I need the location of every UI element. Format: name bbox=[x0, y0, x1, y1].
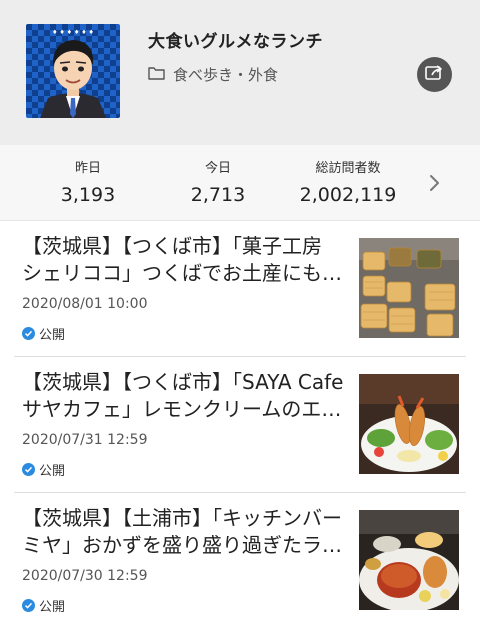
post-thumbnail[interactable] bbox=[359, 374, 459, 474]
post-item[interactable]: 【茨城県】【土浦市】「キッチンバー ミヤ」おかずを盛り盛り過ぎたランチ 2020… bbox=[0, 493, 480, 621]
check-icon bbox=[22, 463, 35, 476]
stat-label: 総訪問者数 bbox=[315, 161, 381, 176]
status-text: 公開 bbox=[39, 464, 66, 479]
blog-title[interactable]: 大食いグルメなランチ bbox=[148, 27, 323, 52]
post-status: 公開 bbox=[22, 324, 65, 343]
post-item[interactable]: 【茨城県】【つくば市】「SAYA Cafe サヤカフェ」レモンクリームのエビフラ… bbox=[0, 357, 480, 493]
stat-total: 総訪問者数 2,002,119 bbox=[288, 157, 408, 206]
post-thumbnail[interactable] bbox=[359, 238, 459, 338]
post-item[interactable]: 【茨城県】【つくば市】「菓子工房 シェリココ」つくばでお土産にも喜ばれるワッフル… bbox=[0, 221, 480, 357]
folder-icon bbox=[148, 66, 165, 84]
post-status: 公開 bbox=[22, 460, 65, 479]
post-date: 2020/07/30 12:59 bbox=[22, 568, 148, 584]
chevron-right-icon[interactable] bbox=[428, 173, 442, 197]
avatar[interactable]: ♦ ♦ ♦ ♦ ♦ ♦ bbox=[26, 24, 120, 118]
stat-label: 昨日 bbox=[74, 161, 101, 176]
post-status: 公開 bbox=[22, 596, 65, 615]
status-text: 公開 bbox=[39, 328, 66, 343]
post-date: 2020/07/31 12:59 bbox=[22, 432, 148, 448]
check-icon bbox=[22, 327, 35, 340]
stat-yesterday: 昨日 3,193 bbox=[28, 157, 148, 206]
post-date: 2020/08/01 10:00 bbox=[22, 296, 148, 312]
stat-value: 2,002,119 bbox=[299, 184, 397, 206]
stat-label: 今日 bbox=[204, 161, 231, 176]
category-label[interactable]: 食べ歩き・外食 bbox=[148, 64, 278, 85]
share-button[interactable] bbox=[417, 57, 452, 92]
post-title[interactable]: 【茨城県】【土浦市】「キッチンバー ミヤ」おかずを盛り盛り過ぎたランチ bbox=[22, 505, 348, 559]
share-icon bbox=[425, 64, 444, 85]
svg-text:♦ ♦ ♦ ♦ ♦ ♦: ♦ ♦ ♦ ♦ ♦ ♦ bbox=[52, 29, 94, 36]
stat-value: 3,193 bbox=[60, 184, 116, 206]
blog-header: ♦ ♦ ♦ ♦ ♦ ♦ 大食いグルメなランチ 食べ歩き・外食 bbox=[0, 0, 480, 145]
category-text: 食べ歩き・外食 bbox=[173, 66, 279, 84]
access-stats[interactable]: 昨日 3,193 今日 2,713 総訪問者数 2,002,119 bbox=[0, 145, 480, 221]
post-title[interactable]: 【茨城県】【つくば市】「SAYA Cafe サヤカフェ」レモンクリームのエビフラ… bbox=[22, 369, 348, 423]
check-icon bbox=[22, 599, 35, 612]
status-text: 公開 bbox=[39, 600, 66, 615]
post-thumbnail[interactable] bbox=[359, 510, 459, 610]
stat-today: 今日 2,713 bbox=[158, 157, 278, 206]
post-title[interactable]: 【茨城県】【つくば市】「菓子工房 シェリココ」つくばでお土産にも喜ばれるワッフル bbox=[22, 233, 348, 287]
stat-value: 2,713 bbox=[190, 184, 246, 206]
